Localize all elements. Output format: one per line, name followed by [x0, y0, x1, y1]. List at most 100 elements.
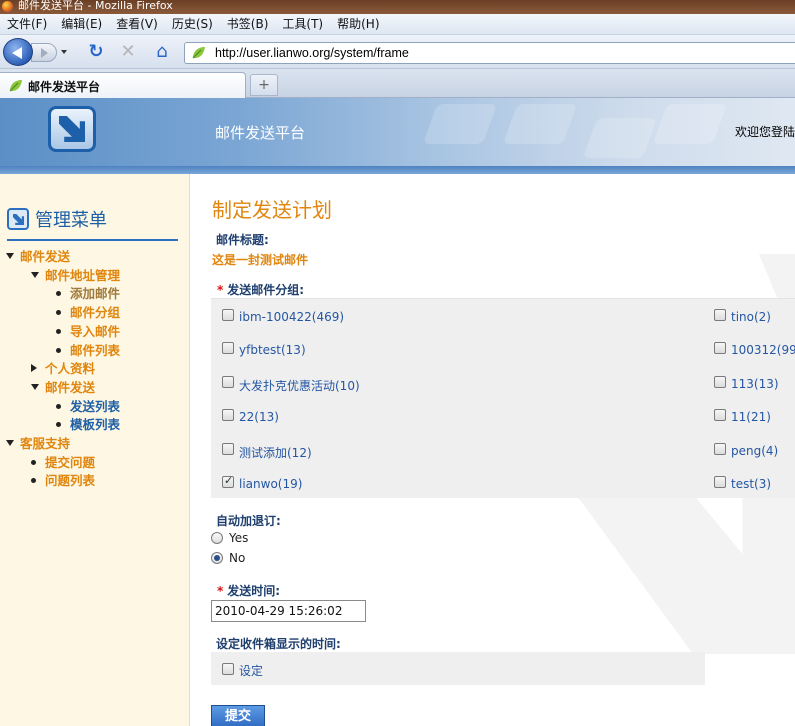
menu-view[interactable]: 查看(V) — [109, 14, 165, 34]
sidebar-item[interactable]: 导入邮件 — [56, 323, 120, 341]
sidebar-item[interactable]: 邮件分组 — [56, 304, 120, 322]
expanded-arrow-icon[interactable] — [6, 440, 14, 446]
group-checkbox-label: 11(21) — [731, 410, 771, 424]
send-time-input[interactable]: 2010-04-29 15:26:02 — [211, 600, 366, 622]
tab-label: 邮件发送平台 — [28, 80, 101, 94]
tab-favicon-icon — [9, 80, 22, 92]
sidebar-item[interactable]: 客服支持 — [6, 435, 70, 453]
sidebar: 管理菜单 邮件发送 邮件地址管理 添加邮件 邮件分组 导入邮件 邮件列表 个人资料 邮件发送发… — [0, 174, 190, 726]
window-title-bar: 邮件发送平台 - Mozilla Firefox — [0, 0, 795, 14]
collapsed-arrow-icon[interactable] — [31, 364, 37, 373]
sidebar-item-label: 提交问题 — [45, 454, 96, 470]
banner-strip — [0, 166, 795, 174]
sidebar-item[interactable]: 个人资料 — [31, 360, 95, 378]
bullet-icon — [56, 310, 61, 316]
unsubscribe-no-radio[interactable] — [211, 552, 223, 564]
group-checkbox[interactable] — [222, 309, 234, 321]
group-checkbox-label: ibm-100422(469) — [239, 310, 345, 324]
group-checkbox-panel: ibm-100422(469) yfbtest(13) 大发扑克优惠活动(10) 22… — [211, 298, 795, 498]
expanded-arrow-icon[interactable] — [31, 271, 39, 278]
tab-mail-platform[interactable]: 邮件发送平台 — [0, 72, 246, 98]
navigation-toolbar: ↻ ✕ ⌂ http://user.lianwo.org/system/fram… — [0, 35, 795, 69]
menu-help[interactable]: 帮助(H) — [330, 14, 386, 34]
group-checkbox[interactable] — [222, 342, 234, 354]
menu-history[interactable]: 历史(S) — [165, 14, 220, 34]
group-checkbox[interactable] — [714, 409, 726, 421]
sidebar-item[interactable]: 邮件发送 — [6, 248, 70, 266]
submit-button[interactable]: 提交 — [211, 705, 265, 726]
page-title: 制定发送计划 — [212, 198, 332, 222]
sidebar-title: 管理菜单 — [35, 210, 107, 231]
address-bar[interactable]: http://user.lianwo.org/system/frame — [184, 42, 795, 64]
menu-tools[interactable]: 工具(T) — [275, 14, 330, 34]
groups-label-text: 发送邮件分组: — [227, 283, 305, 297]
group-checkbox-label: lianwo(19) — [239, 477, 303, 491]
menu-edit[interactable]: 编辑(E) — [54, 14, 109, 34]
group-checkbox[interactable] — [222, 409, 234, 421]
sidebar-item-label: 邮件分组 — [70, 305, 121, 321]
history-dropdown-icon[interactable] — [61, 50, 67, 54]
sidebar-item-label: 客服支持 — [20, 436, 71, 451]
unsubscribe-label: 自动加退订: — [216, 514, 281, 528]
sidebar-item-label: 邮件列表 — [70, 342, 121, 358]
welcome-text: 欢迎您登陆 — [735, 125, 795, 139]
banner-decoration — [502, 104, 578, 144]
sidebar-item[interactable]: 发送列表 — [56, 398, 120, 416]
menu-bookmarks[interactable]: 书签(B) — [220, 14, 276, 34]
expanded-arrow-icon[interactable] — [31, 383, 39, 390]
group-checkbox[interactable] — [714, 342, 726, 354]
required-asterisk: * — [217, 584, 224, 598]
subject-label: 邮件标题: — [216, 233, 269, 247]
back-button[interactable] — [3, 38, 33, 66]
new-tab-button[interactable]: + — [250, 74, 278, 96]
forward-button[interactable] — [31, 43, 57, 62]
reload-icon[interactable]: ↻ — [85, 42, 107, 62]
expanded-arrow-icon[interactable] — [6, 253, 14, 259]
sidebar-item[interactable]: 模板列表 — [56, 416, 120, 434]
banner-decoration — [582, 118, 658, 158]
bullet-icon — [56, 403, 61, 409]
menu-file[interactable]: 文件(F) — [0, 14, 54, 34]
sidebar-item[interactable]: 邮件地址管理 — [31, 267, 120, 285]
bullet-icon — [56, 291, 61, 297]
sidebar-item-label: 模板列表 — [70, 417, 121, 433]
bullet-icon — [31, 478, 36, 484]
home-icon[interactable]: ⌂ — [151, 42, 173, 62]
group-checkbox[interactable] — [222, 474, 234, 488]
group-checkbox[interactable] — [222, 443, 234, 455]
sidebar-item-label: 发送列表 — [70, 398, 121, 414]
sidebar-item-label: 邮件地址管理 — [45, 267, 121, 283]
sidebar-item[interactable]: 提交问题 — [31, 454, 95, 472]
stop-icon[interactable]: ✕ — [117, 42, 139, 62]
group-checkbox[interactable] — [714, 443, 726, 455]
sidebar-item-label: 导入邮件 — [70, 323, 121, 339]
unsubscribe-no-label: No — [229, 551, 246, 565]
group-checkbox[interactable] — [222, 376, 234, 388]
sidebar-item[interactable]: 添加邮件 — [56, 285, 120, 303]
sidebar-item[interactable]: 邮件列表 — [56, 342, 120, 360]
url-text[interactable]: http://user.lianwo.org/system/frame — [215, 46, 409, 60]
bullet-icon — [56, 422, 61, 428]
bullet-icon — [31, 459, 36, 465]
group-checkbox-label: 22(13) — [239, 410, 279, 424]
firefox-icon — [2, 1, 13, 12]
groups-label: * 发送邮件分组: — [217, 281, 304, 298]
group-checkbox[interactable] — [714, 376, 726, 388]
display-time-panel: 设定 — [211, 652, 705, 685]
sidebar-item-label: 邮件发送 — [20, 249, 71, 264]
unsubscribe-yes-label: Yes — [229, 531, 249, 545]
send-time-label-text: 发送时间: — [227, 584, 281, 598]
tab-bar: 邮件发送平台 + — [0, 69, 795, 98]
group-checkbox-label: yfbtest(13) — [239, 343, 306, 357]
display-time-checkbox[interactable] — [222, 663, 234, 675]
required-asterisk: * — [217, 283, 224, 297]
unsubscribe-yes-radio[interactable] — [211, 532, 223, 544]
sidebar-item[interactable]: 邮件发送 — [31, 379, 95, 397]
group-checkbox-label: 100312(999 — [731, 343, 795, 357]
sidebar-item[interactable]: 问题列表 — [31, 472, 95, 490]
site-logo — [48, 106, 96, 152]
sidebar-item-label: 添加邮件 — [70, 286, 121, 302]
group-checkbox[interactable] — [714, 309, 726, 321]
group-checkbox-label: 测试添加(12) — [239, 446, 312, 460]
group-checkbox[interactable] — [714, 476, 726, 488]
